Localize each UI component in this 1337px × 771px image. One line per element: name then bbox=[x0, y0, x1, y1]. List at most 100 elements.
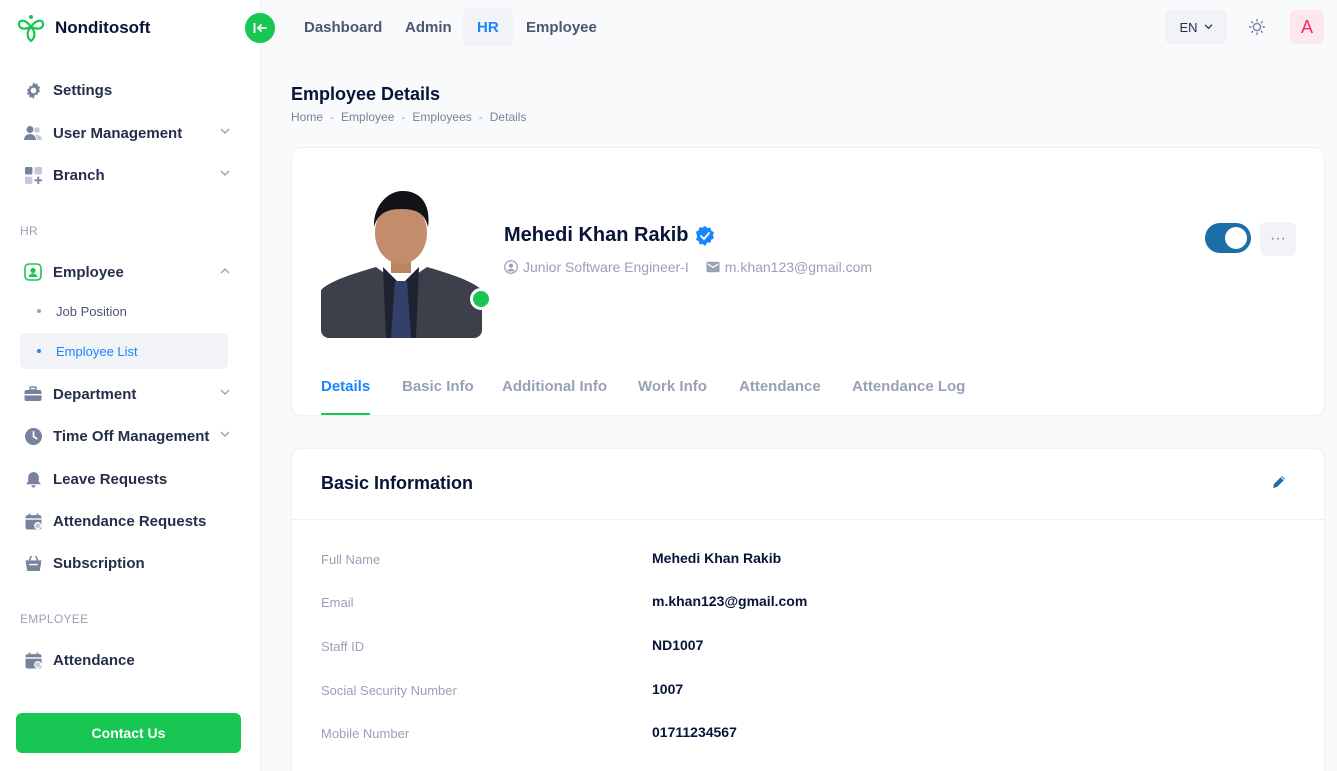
calendar-icon bbox=[24, 651, 42, 669]
calendar-icon bbox=[24, 512, 42, 530]
sidebar-item-branch[interactable]: Branch bbox=[16, 156, 244, 194]
tab-attendance-log[interactable]: Attendance Log bbox=[852, 378, 965, 395]
sidebar-item-label: Employee bbox=[53, 263, 124, 281]
status-toggle[interactable] bbox=[1205, 223, 1251, 253]
employee-email[interactable]: m.khan123@gmail.com bbox=[725, 259, 872, 275]
collapse-icon bbox=[253, 23, 267, 33]
divider bbox=[292, 519, 1326, 520]
tab-work-info[interactable]: Work Info bbox=[638, 378, 707, 395]
grid-icon bbox=[24, 166, 42, 184]
sidebar-toggle-button[interactable] bbox=[245, 13, 275, 43]
edit-pencil-icon[interactable] bbox=[1271, 474, 1287, 490]
bell-icon bbox=[24, 470, 42, 488]
user-square-icon bbox=[24, 263, 42, 281]
sidebar-item-employee[interactable]: Employee bbox=[16, 253, 244, 291]
breadcrumb-separator: - bbox=[478, 110, 483, 124]
app-logo[interactable]: Nonditosoft bbox=[16, 13, 150, 43]
chevron-down-icon bbox=[1204, 24, 1212, 30]
email-meta: m.khan123@gmail.com bbox=[706, 259, 872, 275]
sidebar-item-department[interactable]: Department bbox=[16, 375, 244, 413]
field-value-ssn: 1007 bbox=[652, 681, 684, 697]
field-value-staff-id: ND1007 bbox=[652, 637, 704, 653]
sun-icon bbox=[1248, 18, 1266, 36]
breadcrumb-item-home[interactable]: Home bbox=[291, 110, 323, 124]
verified-badge-icon bbox=[696, 225, 715, 246]
logo-icon bbox=[17, 15, 45, 43]
employee-photo bbox=[321, 185, 482, 338]
breadcrumb-item-employee[interactable]: Employee bbox=[341, 110, 394, 124]
users-icon bbox=[24, 124, 42, 142]
sidebar-subitem-employee-list[interactable]: Employee List bbox=[20, 333, 228, 369]
language-label: EN bbox=[1179, 19, 1198, 35]
field-value-full-name: Mehedi Khan Rakib bbox=[652, 550, 782, 566]
employee-name-heading: Mehedi Khan Rakib bbox=[504, 224, 715, 247]
sidebar-item-attendance[interactable]: Attendance bbox=[16, 641, 244, 679]
top-nav-hr[interactable]: HR bbox=[463, 8, 513, 46]
field-value-mobile: 01711234567 bbox=[652, 724, 737, 740]
clock-icon bbox=[24, 427, 42, 445]
theme-toggle-button[interactable] bbox=[1242, 12, 1272, 42]
sidebar-item-label: Department bbox=[53, 385, 137, 403]
tab-attendance[interactable]: Attendance bbox=[739, 378, 821, 395]
tab-basic-info[interactable]: Basic Info bbox=[402, 378, 474, 395]
gear-icon bbox=[24, 81, 42, 99]
briefcase-icon bbox=[24, 385, 42, 403]
top-nav-dashboard[interactable]: Dashboard bbox=[290, 8, 396, 46]
tab-details[interactable]: Details bbox=[321, 378, 370, 395]
employee-name: Mehedi Khan Rakib bbox=[504, 224, 689, 246]
sidebar-item-label: Subscription bbox=[53, 554, 145, 572]
sidebar-item-label: Time Off Management bbox=[53, 427, 210, 445]
envelope-icon bbox=[706, 261, 720, 273]
sidebar-subitem-job-position[interactable]: Job Position bbox=[20, 293, 228, 329]
sidebar-item-subscription[interactable]: Subscription bbox=[16, 544, 244, 582]
bullet-icon bbox=[37, 349, 41, 353]
basket-icon bbox=[24, 554, 42, 572]
contact-us-button[interactable]: Contact Us bbox=[16, 713, 241, 753]
chevron-down-icon bbox=[220, 431, 230, 437]
tab-additional-info[interactable]: Additional Info bbox=[502, 378, 607, 395]
sidebar-item-label: Branch bbox=[53, 166, 105, 184]
breadcrumb-item-details: Details bbox=[489, 110, 527, 124]
more-dots-icon: ··· bbox=[1270, 230, 1286, 247]
sidebar-item-user-management[interactable]: User Management bbox=[16, 114, 244, 152]
top-nav-admin[interactable]: Admin bbox=[391, 8, 466, 46]
breadcrumb-item-employees[interactable]: Employees bbox=[412, 110, 471, 124]
chevron-down-icon bbox=[220, 128, 230, 134]
sidebar-item-label: Settings bbox=[53, 81, 113, 99]
user-circle-icon bbox=[504, 260, 518, 274]
profile-card: Mehedi Khan Rakib Junior Software Engine… bbox=[291, 147, 1325, 416]
breadcrumb-separator: - bbox=[401, 110, 406, 124]
position-meta: Junior Software Engineer-I bbox=[504, 259, 689, 275]
toggle-knob bbox=[1225, 227, 1247, 249]
basic-info-card: Basic Information Full Name Mehedi Khan … bbox=[291, 448, 1326, 771]
sidebar-item-label: User Management bbox=[53, 124, 183, 142]
chevron-down-icon bbox=[220, 170, 230, 176]
basic-info-title: Basic Information bbox=[321, 473, 474, 493]
language-selector[interactable]: EN bbox=[1165, 10, 1227, 44]
sidebar-item-attendance-requests[interactable]: Attendance Requests bbox=[16, 502, 244, 540]
sidebar-item-leave-requests[interactable]: Leave Requests bbox=[16, 460, 244, 498]
more-actions-button[interactable]: ··· bbox=[1260, 222, 1296, 256]
top-header: Dashboard Admin HR Employee EN A bbox=[245, 0, 1337, 54]
employee-meta: Junior Software Engineer-I m.khan123@gma… bbox=[504, 259, 872, 275]
employee-position: Junior Software Engineer-I bbox=[523, 259, 689, 275]
page-title: Employee Details bbox=[291, 84, 441, 104]
sidebar-subitem-label: Job Position bbox=[56, 303, 127, 319]
active-tab-indicator bbox=[321, 413, 370, 415]
field-label-mobile: Mobile Number bbox=[321, 726, 410, 741]
bullet-icon bbox=[37, 309, 41, 313]
sidebar-item-settings[interactable]: Settings bbox=[16, 71, 244, 109]
breadcrumb-separator: - bbox=[330, 110, 335, 124]
top-nav-employee[interactable]: Employee bbox=[512, 8, 611, 46]
user-avatar-button[interactable]: A bbox=[1290, 10, 1324, 44]
sidebar-item-time-off-management[interactable]: Time Off Management bbox=[16, 417, 244, 455]
chevron-up-icon bbox=[220, 268, 230, 274]
chevron-down-icon bbox=[220, 389, 230, 395]
sidebar-item-label: Attendance bbox=[53, 651, 135, 669]
sidebar: Nonditosoft Settings User Management Bra… bbox=[0, 0, 261, 771]
breadcrumb: Home - Employee - Employees - Details bbox=[291, 110, 526, 124]
field-label-staff-id: Staff ID bbox=[321, 639, 365, 654]
field-label-full-name: Full Name bbox=[321, 552, 381, 567]
online-status-indicator bbox=[470, 288, 492, 310]
sidebar-item-label: Attendance Requests bbox=[53, 512, 207, 530]
